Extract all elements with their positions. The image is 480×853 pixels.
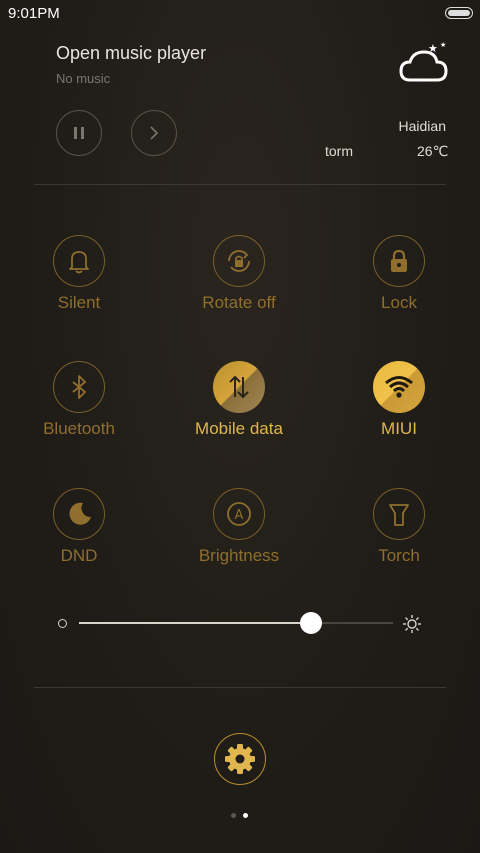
- divider: [34, 184, 446, 185]
- toggle-dnd[interactable]: DND: [24, 488, 134, 578]
- status-bar: 9:01PM: [0, 0, 480, 28]
- brightness-low-icon: [58, 619, 67, 628]
- weather-temperature: 26℃: [417, 143, 449, 159]
- bluetooth-icon: [53, 361, 105, 413]
- divider: [34, 687, 446, 688]
- toggle-brightness[interactable]: A Brightness: [184, 488, 294, 578]
- toggle-label: Lock: [381, 293, 417, 312]
- auto-brightness-icon: A: [213, 488, 265, 540]
- mobile-data-icon: [213, 361, 265, 413]
- toggle-wifi[interactable]: MIUI: [344, 361, 454, 451]
- toggle-torch[interactable]: Torch: [344, 488, 454, 578]
- page-indicator-dot: [231, 813, 236, 818]
- brightness-high-icon: [403, 615, 421, 633]
- toggle-label: Silent: [57, 293, 101, 312]
- toggle-label: Bluetooth: [43, 419, 115, 438]
- gear-icon: [225, 744, 255, 774]
- wifi-icon: [373, 361, 425, 413]
- toggle-label: Torch: [378, 546, 420, 565]
- toggle-label: Brightness: [198, 546, 280, 565]
- moon-icon: [53, 488, 105, 540]
- status-time: 9:01PM: [8, 5, 60, 22]
- music-subtitle: No music: [56, 71, 111, 86]
- battery-icon: [445, 7, 473, 19]
- slider-fill: [79, 622, 312, 624]
- toggle-bluetooth[interactable]: Bluetooth: [24, 361, 134, 451]
- weather-condition: torm: [325, 143, 353, 159]
- bell-icon: [53, 235, 105, 287]
- toggle-silent[interactable]: Silent: [24, 235, 134, 325]
- toggle-rotate[interactable]: Rotate off: [184, 235, 294, 325]
- toggle-label: DND: [60, 546, 98, 565]
- toggle-label: Rotate off: [202, 293, 276, 312]
- svg-text:★: ★: [428, 42, 438, 55]
- rotate-lock-icon: [213, 235, 265, 287]
- slider-thumb[interactable]: [300, 612, 323, 634]
- cloud-night-icon[interactable]: ★ ★: [396, 40, 452, 86]
- svg-text:A: A: [235, 508, 244, 523]
- chevron-right-icon: [150, 126, 159, 140]
- lock-icon: [373, 235, 425, 287]
- settings-button[interactable]: [214, 733, 266, 785]
- toggle-label: MIUI: [381, 419, 417, 438]
- music-title[interactable]: Open music player: [56, 43, 206, 64]
- svg-text:★: ★: [440, 41, 446, 49]
- pause-icon: [74, 127, 84, 139]
- page-indicator-dot-active: [243, 813, 248, 818]
- pause-button[interactable]: [56, 110, 102, 156]
- toggle-lock[interactable]: Lock: [344, 235, 454, 325]
- toggle-label: Mobile data: [195, 419, 283, 438]
- toggle-mobile-data[interactable]: Mobile data: [184, 361, 294, 451]
- brightness-slider[interactable]: [79, 612, 393, 634]
- next-button[interactable]: [131, 110, 177, 156]
- weather-city: Haidian: [398, 118, 446, 134]
- torch-icon: [373, 488, 425, 540]
